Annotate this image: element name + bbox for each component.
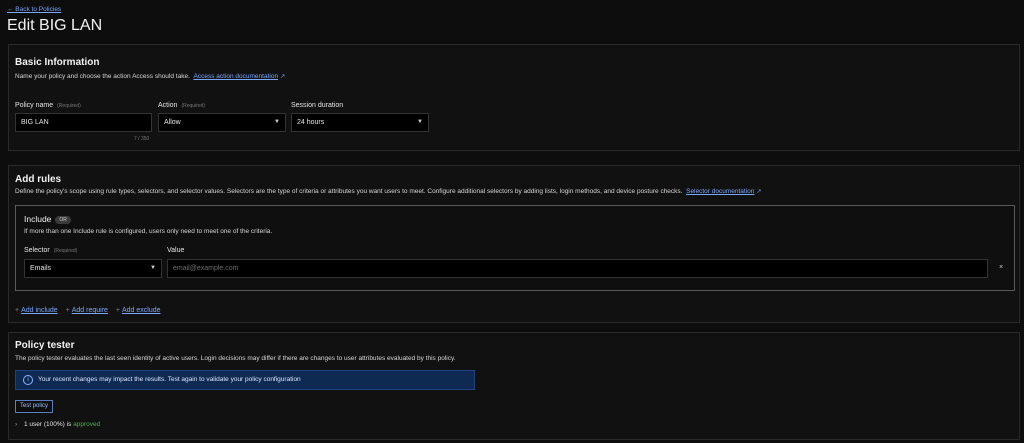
approved-status: approved — [73, 421, 101, 428]
policy-name-label: Policy name (Required) — [15, 102, 81, 109]
add-require-link[interactable]: Add require — [72, 307, 108, 314]
info-banner: i Your recent changes may impact the res… — [15, 370, 475, 390]
add-include-link[interactable]: Add include — [21, 307, 58, 314]
action-label: Action (Required) — [158, 102, 206, 109]
add-rules-title: Add rules — [15, 174, 62, 185]
or-badge: OR — [55, 215, 71, 224]
selector-doc-link[interactable]: Selector documentation — [686, 188, 754, 195]
action-select[interactable]: Allow ▼ — [158, 113, 286, 132]
page-title: Edit BIG LAN — [7, 17, 103, 34]
policy-tester-card: Policy tester The policy tester evaluate… — [8, 332, 1020, 440]
selector-label: Selector (Required) — [24, 247, 78, 254]
external-link-icon: ↗ — [756, 189, 762, 195]
selector-select[interactable]: Emails ▼ — [24, 259, 162, 278]
email-value-input[interactable]: email@example.com — [167, 259, 988, 278]
policy-name-counter: 7 / 350 — [134, 136, 150, 142]
test-policy-button[interactable]: Test policy — [15, 400, 54, 413]
value-label: Value — [167, 247, 185, 254]
session-duration-select[interactable]: 24 hours ▼ — [291, 113, 429, 132]
add-rule-links: + Add include + Add require + Add exclude — [15, 307, 161, 314]
basic-information-desc: Name your policy and choose the action A… — [15, 73, 285, 80]
chevron-right-icon[interactable]: › — [15, 421, 17, 428]
add-rules-card: Add rules Define the policy's scope usin… — [8, 165, 1020, 323]
policy-name-input[interactable]: BIG LAN — [15, 113, 152, 132]
add-rules-desc: Define the policy's scope using rule typ… — [15, 188, 762, 195]
chevron-down-icon: ▼ — [150, 265, 156, 271]
session-duration-label: Session duration — [291, 102, 344, 109]
external-link-icon: ↗ — [280, 74, 286, 80]
include-rule-box: Include OR If more than one Include rule … — [15, 205, 1015, 291]
policy-tester-title: Policy tester — [15, 340, 75, 351]
basic-information-card: Basic Information Name your policy and c… — [8, 44, 1020, 151]
chevron-down-icon: ▼ — [274, 119, 280, 125]
include-title: Include OR — [24, 214, 71, 224]
add-exclude-link[interactable]: Add exclude — [122, 307, 161, 314]
include-desc: If more than one Include rule is configu… — [24, 228, 273, 235]
chevron-down-icon: ▼ — [417, 119, 423, 125]
remove-rule-icon[interactable]: × — [999, 264, 1003, 271]
tester-result[interactable]: › 1 user (100%) is approved — [15, 421, 100, 428]
back-to-policies-link[interactable]: ← Back to Policies — [7, 6, 61, 13]
access-action-doc-link[interactable]: Access action documentation — [194, 73, 279, 80]
info-icon: i — [23, 375, 33, 385]
basic-desc-text: Name your policy and choose the action A… — [15, 73, 190, 80]
basic-information-title: Basic Information — [15, 57, 100, 68]
policy-tester-desc: The policy tester evaluates the last see… — [15, 355, 456, 362]
